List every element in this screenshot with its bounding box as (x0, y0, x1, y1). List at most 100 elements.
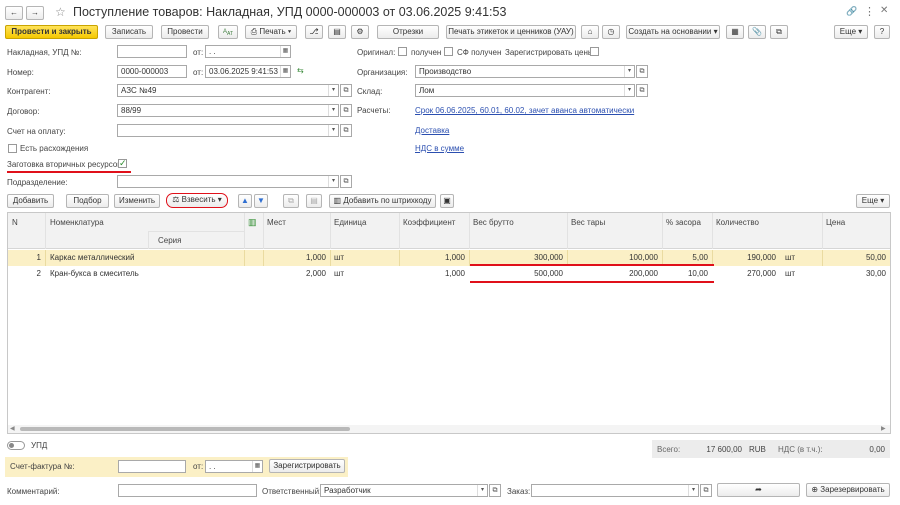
refresh-icon[interactable]: ⇆ (297, 66, 304, 75)
table-row[interactable]: 2 Кран-букса в смеситель 2,000 шт 1,000 … (8, 266, 890, 282)
contract-field[interactable]: 88/99 ▾ (117, 104, 339, 117)
register-prices-checkbox[interactable] (590, 47, 599, 56)
structure-icon[interactable]: ⎇ (305, 25, 323, 39)
col-gross[interactable]: Вес брутто (473, 218, 514, 228)
col-coefficient[interactable]: Коэффициент (403, 218, 455, 228)
invoice-field[interactable] (117, 45, 187, 58)
weigh-button[interactable]: ⚖ Взвесить ▾ (166, 193, 228, 208)
open-icon[interactable]: ⧉ (700, 484, 712, 497)
contractor-field[interactable]: АЗС №49 ▾ (117, 84, 339, 97)
upd-toggle[interactable] (7, 441, 25, 450)
open-icon[interactable]: ⧉ (489, 484, 501, 497)
more-button[interactable]: Еще ▾ (834, 25, 868, 39)
calendar-icon[interactable]: ▦ (280, 46, 290, 57)
change-button[interactable]: Изменить (114, 194, 160, 208)
chevron-down-icon[interactable]: ▾ (624, 66, 634, 77)
sf-date-field[interactable]: . . ▦ (205, 460, 263, 473)
cuts-button[interactable]: Отрезки (377, 25, 439, 39)
sf-received-checkbox[interactable] (444, 47, 453, 56)
save-button[interactable]: Записать (105, 25, 153, 39)
col-unit[interactable]: Единица (334, 218, 366, 228)
panel-icon[interactable]: ▣ (440, 194, 454, 208)
copy-row-icon[interactable]: ⧉ (283, 194, 299, 208)
column-settings-icon[interactable]: ▥ (248, 217, 257, 228)
comment-field[interactable] (118, 484, 257, 497)
col-trash[interactable]: % засора (666, 218, 701, 228)
scroll-right-icon[interactable]: ▶ (881, 425, 886, 432)
table-icon[interactable]: ▦ (726, 25, 744, 39)
vat-link[interactable]: НДС в сумме (415, 144, 464, 154)
favorite-star-icon[interactable]: ☆ (55, 5, 66, 19)
pick-order-icon[interactable]: ➦ (717, 483, 800, 497)
number-field[interactable]: 0000-000003 (117, 65, 187, 78)
col-tare[interactable]: Вес тары (571, 218, 605, 228)
print-labels-button[interactable]: Печать этикеток и ценников (УАУ) (446, 25, 576, 39)
move-up-icon[interactable]: ▲ (238, 194, 252, 208)
copy-icon[interactable]: ⧉ (770, 25, 788, 39)
col-quantity[interactable]: Количество (716, 218, 759, 228)
calendar-icon[interactable]: ▦ (280, 66, 290, 77)
back-button[interactable]: ← (5, 6, 23, 20)
date-field[interactable]: 03.06.2025 9:41:53 ▦ (205, 65, 291, 78)
subdivision-field[interactable]: ▾ (117, 175, 339, 188)
select-button[interactable]: Подбор (66, 194, 109, 208)
chevron-down-icon[interactable]: ▾ (688, 485, 698, 496)
organization-field[interactable]: Производство ▾ (415, 65, 635, 78)
horizontal-scrollbar[interactable]: ◀ ▶ (8, 425, 890, 433)
discrepancy-checkbox[interactable] (8, 144, 17, 153)
chevron-down-icon[interactable]: ▾ (477, 485, 487, 496)
scrollbar-thumb[interactable] (20, 427, 350, 431)
spelling-icon[interactable]: AAT (218, 25, 238, 39)
link-icon[interactable]: 🔗 (846, 6, 857, 17)
col-n[interactable]: N (12, 218, 18, 228)
chevron-down-icon[interactable]: ▾ (624, 85, 634, 96)
col-price[interactable]: Цена (826, 218, 845, 228)
table-more-button[interactable]: Еще ▾ (856, 194, 890, 208)
col-nomenclature[interactable]: Номенклатура (50, 218, 104, 228)
more-vertical-icon[interactable]: ⋮ (864, 5, 875, 18)
order-field[interactable]: ▾ (531, 484, 699, 497)
chevron-down-icon[interactable]: ▾ (328, 105, 338, 116)
table-row[interactable]: 1 Каркас металлический 1,000 шт 1,000 30… (8, 250, 890, 266)
settings-icon[interactable]: ⚙ (351, 25, 369, 39)
invoice-date-field[interactable]: . . ▦ (205, 45, 291, 58)
attachment-icon[interactable]: 📎 (748, 25, 766, 39)
forward-button[interactable]: → (26, 6, 44, 20)
open-icon[interactable]: ⧉ (636, 65, 648, 78)
secondary-resources-checkbox[interactable]: ✓ (118, 159, 127, 168)
home-icon[interactable]: ⌂ (581, 25, 599, 39)
chevron-down-icon[interactable]: ▾ (328, 85, 338, 96)
open-icon[interactable]: ⧉ (340, 175, 352, 188)
create-basis-button[interactable]: Создать на основании ▾ (626, 25, 720, 39)
reserve-button[interactable]: ⊕ Зарезервировать (806, 483, 890, 497)
close-icon[interactable]: ✕ (880, 5, 888, 16)
help-button[interactable]: ? (874, 25, 890, 39)
print-button[interactable]: ⎙ Печать ▾ (245, 25, 297, 39)
col-places[interactable]: Мест (267, 218, 286, 228)
register-button[interactable]: Зарегистрировать (269, 459, 345, 473)
post-and-close-button[interactable]: Провести и закрыть (5, 25, 98, 39)
move-down-icon[interactable]: ▼ (254, 194, 268, 208)
open-icon[interactable]: ⧉ (636, 84, 648, 97)
post-button[interactable]: Провести (161, 25, 209, 39)
chevron-down-icon[interactable]: ▾ (328, 125, 338, 136)
open-icon[interactable]: ⧉ (340, 104, 352, 117)
open-icon[interactable]: ⧉ (340, 84, 352, 97)
col-series[interactable]: Серия (158, 236, 181, 246)
received-checkbox[interactable] (398, 47, 407, 56)
add-button[interactable]: Добавить (7, 194, 54, 208)
delete-row-icon[interactable]: ▤ (306, 194, 322, 208)
chevron-down-icon[interactable]: ▾ (328, 176, 338, 187)
responsible-field[interactable]: Разработчик ▾ (320, 484, 488, 497)
clock-icon[interactable]: ◷ (602, 25, 620, 39)
settlements-link[interactable]: Срок 06.06.2025, 60.01, 60.02, зачет ава… (415, 106, 634, 116)
document-flow-icon[interactable]: ▤ (328, 25, 346, 39)
delivery-link[interactable]: Доставка (415, 126, 449, 136)
calendar-icon[interactable]: ▦ (252, 461, 262, 472)
sf-field[interactable] (118, 460, 186, 473)
warehouse-field[interactable]: Лом ▾ (415, 84, 635, 97)
scroll-left-icon[interactable]: ◀ (10, 425, 15, 432)
open-icon[interactable]: ⧉ (340, 124, 352, 137)
payment-field[interactable]: ▾ (117, 124, 339, 137)
add-barcode-button[interactable]: ▥ Добавить по штрихкоду (329, 194, 436, 208)
